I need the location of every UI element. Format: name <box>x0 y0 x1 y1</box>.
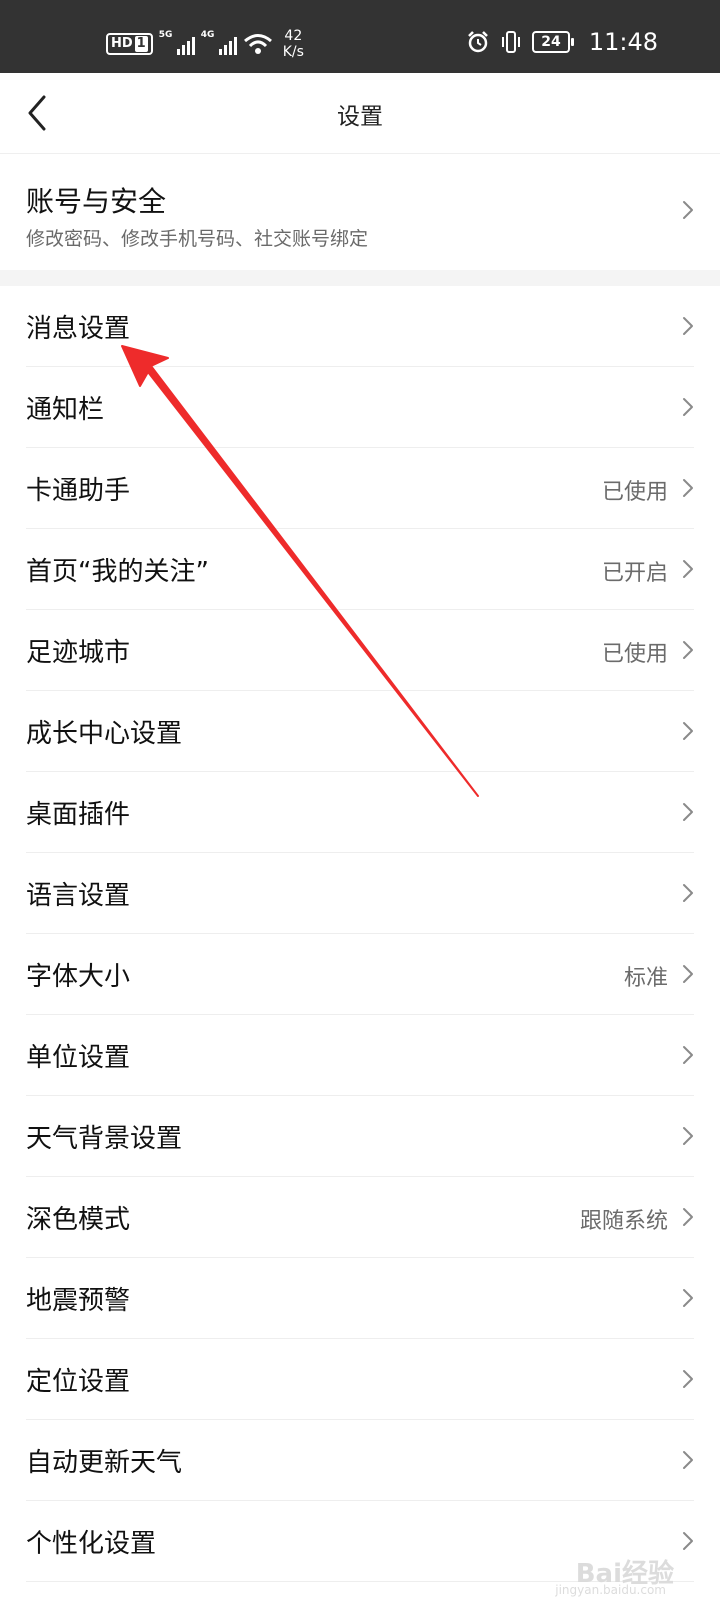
chevron-right-icon <box>683 1451 693 1469</box>
settings-item-label: 消息设置 <box>26 314 131 344</box>
settings-item-label: 足迹城市 <box>26 638 131 668</box>
settings-item-label: 深色模式 <box>26 1205 131 1235</box>
wifi-icon <box>243 34 272 54</box>
settings-item-label: 单位设置 <box>26 1043 131 1073</box>
chevron-right-icon <box>683 803 693 821</box>
account-security-label: 账号与安全 <box>26 185 167 218</box>
settings-item[interactable]: 成长中心设置 <box>26 691 694 772</box>
watermark-logo: Bai经验 jingyan.baidu.com <box>555 1553 674 1597</box>
chevron-right-icon <box>683 317 693 335</box>
chevron-right-icon <box>683 965 693 983</box>
section-divider <box>0 270 720 286</box>
settings-item[interactable]: 字体大小 标准 <box>26 934 694 1015</box>
signal-5g-icon: 5G <box>159 30 195 58</box>
settings-item[interactable]: 桌面插件 <box>26 772 694 853</box>
settings-item[interactable]: 自动更新天气 <box>26 1420 694 1501</box>
settings-item[interactable]: 天气背景设置 <box>26 1096 694 1177</box>
settings-item[interactable]: 卡通助手 已使用 <box>26 448 694 529</box>
chevron-right-icon <box>683 1289 693 1307</box>
hd-badge: HD 1 <box>106 33 153 55</box>
watermark-url: jingyan.baidu.com <box>555 1583 666 1597</box>
speed-unit: K/s <box>282 44 304 60</box>
chevron-right-icon <box>683 1532 693 1550</box>
status-bar-left: HD 1 5G 4G 42 K/s <box>106 24 304 64</box>
settings-item[interactable]: 通知栏 <box>26 367 694 448</box>
status-bar: HD 1 5G 4G 42 K/s 24 11:48 <box>0 0 720 73</box>
settings-item-label: 天气背景设置 <box>26 1124 183 1154</box>
hd-label: HD <box>111 36 133 51</box>
chevron-right-icon <box>683 1127 693 1145</box>
settings-item-value: 已开启 <box>601 561 668 586</box>
settings-item[interactable]: 足迹城市 已使用 <box>26 610 694 691</box>
chevron-right-icon <box>683 1370 693 1388</box>
chevron-right-icon <box>683 1046 693 1064</box>
chevron-right-icon <box>683 722 693 740</box>
settings-item-label: 桌面插件 <box>26 800 131 830</box>
settings-item-label: 首页“我的关注” <box>26 557 209 587</box>
settings-item-label: 地震预警 <box>26 1286 131 1316</box>
chevron-right-icon <box>683 884 693 902</box>
chevron-right-icon <box>683 1208 693 1226</box>
account-security-item[interactable]: 账号与安全 修改密码、修改手机号码、社交账号绑定 <box>0 154 720 270</box>
settings-item-value: 标准 <box>623 966 668 991</box>
settings-item[interactable]: 深色模式 跟随系统 <box>26 1177 694 1258</box>
settings-item-label: 语言设置 <box>26 881 131 911</box>
settings-item-value: 跟随系统 <box>579 1209 668 1234</box>
battery-level: 24 <box>541 34 561 50</box>
top-nav-bar: 设置 <box>0 73 720 154</box>
settings-list: 消息设置 通知栏 卡通助手 已使用 首页“我的关注” 已开启 足迹城市 已使用 成长中心设置 桌面… <box>0 286 720 1582</box>
speed-value: 42 <box>284 28 303 44</box>
battery-icon: 24 <box>532 31 574 53</box>
settings-item[interactable]: 地震预警 <box>26 1258 694 1339</box>
chevron-right-icon <box>683 641 693 659</box>
chevron-right-icon <box>683 398 693 416</box>
settings-item[interactable]: 语言设置 <box>26 853 694 934</box>
settings-item[interactable]: 首页“我的关注” 已开启 <box>26 529 694 610</box>
sim2-network-label: 4G <box>200 30 215 40</box>
settings-item-value: 已使用 <box>601 642 668 667</box>
vibrate-icon <box>502 31 520 53</box>
page-title: 设置 <box>337 104 383 130</box>
settings-item-label: 卡通助手 <box>26 476 131 506</box>
clock: 11:48 <box>588 28 658 56</box>
settings-item-value: 已使用 <box>601 480 668 505</box>
sim1-network-label: 5G <box>158 30 173 40</box>
signal-4g-icon: 4G <box>201 30 237 58</box>
chevron-right-icon <box>683 560 693 578</box>
settings-item[interactable]: 消息设置 <box>26 286 694 367</box>
settings-item-label: 成长中心设置 <box>26 719 183 749</box>
alarm-icon <box>468 31 488 53</box>
settings-item[interactable]: 定位设置 <box>26 1339 694 1420</box>
account-security-description: 修改密码、修改手机号码、社交账号绑定 <box>26 228 369 250</box>
settings-item-label: 自动更新天气 <box>26 1448 183 1478</box>
network-speed: 42 K/s <box>283 28 304 60</box>
chevron-right-icon <box>683 479 693 497</box>
sim-number: 1 <box>134 36 148 52</box>
settings-item-label: 定位设置 <box>26 1367 131 1397</box>
settings-item-label: 个性化设置 <box>26 1529 157 1559</box>
settings-item[interactable]: 单位设置 <box>26 1015 694 1096</box>
settings-item-label: 通知栏 <box>26 395 105 425</box>
settings-item-label: 字体大小 <box>26 962 131 992</box>
status-bar-right: 24 <box>466 30 574 54</box>
chevron-right-icon <box>683 201 693 219</box>
